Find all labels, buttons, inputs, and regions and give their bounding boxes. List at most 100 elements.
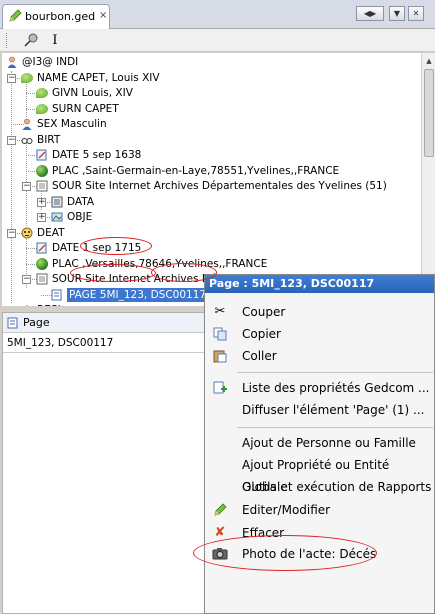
tree-row[interactable]: PLAC ,Versailles,78646,Yvelines,,FRANCE (2, 257, 421, 271)
pin-tool-button[interactable] (22, 32, 40, 49)
data-icon (51, 196, 63, 207)
copy-icon (212, 327, 228, 341)
menu-item-label: Coller (242, 349, 277, 363)
tree-row-label: PLAC ,Saint-Germain-en-Laye,78551,Yvelin… (52, 164, 340, 177)
tab-bourbon-ged[interactable]: bourbon.ged × (2, 4, 110, 29)
tree-row-label: GIVN Louis, XIV (52, 87, 133, 99)
menu-item-ajout-personne[interactable]: Ajout de Personne ou Famille (205, 432, 434, 454)
tree-row-label: RESI (37, 303, 61, 306)
leaf-icon (21, 72, 33, 83)
menu-item-editer[interactable]: Editer/Modifier (205, 499, 434, 521)
tree-row-label: PLAC ,Versailles,78646,Yvelines,,FRANCE (52, 257, 268, 270)
tree-row[interactable]: + DATA (2, 195, 421, 209)
menu-item-label: Effacer (242, 526, 285, 540)
object-icon (51, 212, 63, 222)
tab-bar: bourbon.ged × ◀▶ ▼ ✕ (0, 0, 435, 29)
tree-row-label: DATE 5 sep 1638 (52, 149, 142, 161)
tree-row[interactable]: + OBJE (2, 210, 421, 224)
camera-icon (212, 547, 228, 561)
tree-row[interactable]: SURN CAPET (2, 102, 421, 116)
close-window-button[interactable]: ✕ (408, 6, 424, 21)
menu-item-label: Copier (242, 327, 281, 341)
menu-item-copier[interactable]: Copier (205, 323, 434, 345)
tree-expander-icon[interactable]: − (7, 228, 16, 238)
tree-row[interactable]: − NAME CAPET, Louis XIV (2, 71, 421, 85)
tree-row-label: DATA (67, 195, 95, 208)
tree-row[interactable]: PLAC ,Saint-Germain-en-Laye,78551,Yvelin… (2, 164, 421, 178)
tree-vertical-scrollbar[interactable]: ▲ ▼ (421, 53, 435, 306)
tree-row[interactable]: DATE 5 sep 1638 (2, 148, 421, 162)
source-icon (36, 273, 48, 285)
paste-icon (212, 349, 228, 363)
tree-row-label: SEX Masculin (37, 118, 107, 130)
tree-expander-icon[interactable]: − (22, 275, 31, 284)
edit-icon (212, 503, 228, 517)
menu-item-outils-rapports[interactable]: Outils et exécution de Rapports (205, 476, 434, 498)
pencil-icon (9, 9, 22, 22)
context-menu: Page : 5MI_123, DSC00117 ✂ Couper Copier… (204, 274, 435, 614)
menu-item-effacer[interactable]: ✘ Effacer (205, 522, 434, 544)
property-panel: Page 5MI_123, DSC00117 (2, 312, 206, 614)
tree-row[interactable]: GIVN Louis, XIV (2, 86, 421, 100)
context-menu-title: Page : 5MI_123, DSC00117 (205, 275, 434, 293)
tree-row[interactable]: DATE 1 sep 1715 (2, 241, 421, 255)
tree-row-label: DEAT (37, 226, 65, 239)
source-icon (36, 180, 48, 192)
page-icon (51, 289, 62, 300)
tree-row[interactable]: SEX Masculin (2, 117, 421, 131)
property-header: Page (3, 313, 205, 333)
menu-item-label: Ajout de Personne ou Famille (242, 436, 416, 450)
gedcom-tree[interactable]: @I3@ INDI − NAME CAPET, Louis XIV GIVN Loui… (2, 53, 421, 306)
tree-row-label: @I3@ INDI (22, 56, 79, 68)
toolbar-grip (6, 33, 8, 48)
globe-icon (36, 257, 48, 270)
leaf-icon (36, 103, 48, 114)
tree-expander-icon[interactable]: − (7, 135, 16, 145)
page-icon (7, 317, 18, 329)
tree-row-label: DATE 1 sep 1715 (52, 242, 142, 254)
dropdown-button[interactable]: ▼ (389, 6, 405, 21)
tree-expander-icon[interactable]: + (37, 213, 46, 222)
tree-row-label: PAGE 5MI_123, DSC00117 (67, 287, 209, 302)
tab-close-icon[interactable]: × (99, 10, 107, 21)
scroll-up-icon[interactable]: ▲ (423, 55, 435, 67)
menu-item-label: Photo de l'acte: Décés (242, 547, 377, 561)
menu-item-liste-proprietes[interactable]: Liste des propriétés Gedcom ... (205, 377, 434, 399)
person-icon (7, 56, 17, 68)
leaf-icon (36, 88, 48, 98)
add-property-icon (212, 381, 228, 395)
pin-icon (24, 33, 38, 47)
menu-item-diffuser[interactable]: Diffuser l'élément 'Page' (1) ... (205, 399, 434, 421)
tree-row-label: SOUR Site Internet Archives Départementa… (52, 180, 387, 192)
menu-item-coller[interactable]: Coller (205, 345, 434, 367)
death-icon (21, 227, 33, 238)
menu-item-ajout-propriete[interactable]: Ajout Propriété ou Entité Globale (205, 454, 434, 494)
tree-row[interactable]: @I3@ INDI (2, 55, 421, 69)
property-value: 5MI_123, DSC00117 (7, 337, 114, 349)
tab-scroll-button[interactable]: ◀▶ (356, 6, 384, 21)
menu-item-label: Couper (242, 305, 286, 319)
tree-expander-icon[interactable]: + (37, 197, 46, 207)
text-cursor-tool-button[interactable]: I (46, 32, 64, 49)
scissors-icon: ✂ (214, 304, 226, 319)
tree-row-label: OBJE (67, 211, 93, 223)
date-icon (36, 149, 47, 161)
delete-icon: ✘ (214, 525, 226, 540)
menu-separator (237, 372, 433, 373)
tab-label: bourbon.ged (25, 10, 96, 23)
property-title: Page (23, 316, 50, 329)
tree-row[interactable]: − SOUR Site Internet Archives Département… (2, 179, 421, 193)
tree-row-label: SURN CAPET (52, 102, 119, 115)
scroll-thumb[interactable] (424, 69, 434, 157)
date-icon (36, 242, 47, 254)
menu-item-photo-acte[interactable]: Photo de l'acte: Décés (205, 543, 434, 565)
person-icon (22, 118, 32, 130)
menu-item-label: Editer/Modifier (242, 503, 331, 517)
menu-separator (237, 427, 433, 428)
glasses-icon (21, 137, 33, 144)
tree-expander-icon[interactable]: − (22, 182, 31, 191)
menu-item-couper[interactable]: ✂ Couper (205, 301, 434, 323)
tree-expander-icon[interactable]: − (7, 73, 16, 83)
tree-row[interactable]: − DEAT (2, 226, 421, 240)
tree-row[interactable]: − BIRT (2, 133, 421, 147)
